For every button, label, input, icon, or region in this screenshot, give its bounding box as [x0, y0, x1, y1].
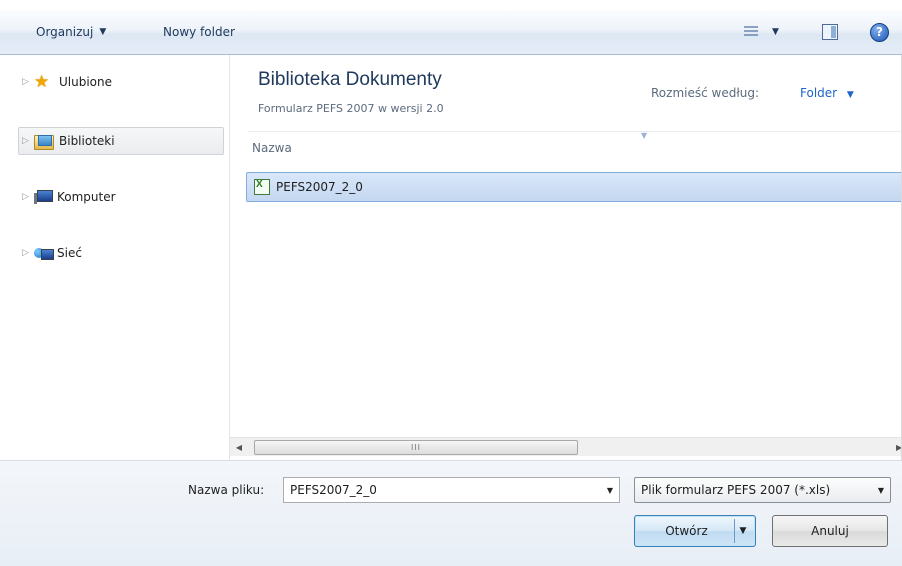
organize-button[interactable]: Organizuj ▼: [36, 10, 106, 54]
file-type-value: Plik formularz PEFS 2007 (*.xls): [641, 483, 831, 497]
filename-label: Nazwa pliku:: [188, 483, 265, 497]
file-list-item[interactable]: PEFS2007_2_0: [246, 172, 902, 202]
open-options-dropdown[interactable]: ▼: [734, 519, 751, 543]
library-title: Biblioteka Dokumenty: [258, 69, 442, 90]
scroll-left-arrow-icon[interactable]: ◀: [230, 438, 248, 456]
filename-input[interactable]: PEFS2007_2_0: [290, 483, 601, 497]
arrange-by-dropdown[interactable]: Folder ▼: [800, 86, 854, 100]
sidebar-item-computer[interactable]: ▷ Komputer: [16, 184, 222, 210]
file-name: PEFS2007_2_0: [276, 180, 363, 194]
preview-pane-icon: [822, 24, 838, 40]
arrange-by-value: Folder: [800, 86, 838, 100]
expand-arrow-icon[interactable]: ▷: [22, 192, 34, 202]
sidebar-item-label: Biblioteki: [59, 134, 115, 148]
change-view-button[interactable]: ▼: [744, 10, 796, 54]
expand-arrow-icon[interactable]: ▷: [22, 136, 34, 146]
file-list-pane: Biblioteka Dokumenty Formularz PEFS 2007…: [230, 55, 902, 460]
sidebar-item-label: Komputer: [57, 190, 116, 204]
sidebar-item-label: Ulubione: [59, 75, 113, 89]
star-icon: ★: [34, 72, 50, 92]
arrange-by-label: Rozmieść według:: [651, 86, 759, 100]
horizontal-scrollbar[interactable]: ◀ III ▶: [230, 437, 902, 456]
library-subtitle: Formularz PEFS 2007 w wersji 2.0: [258, 102, 444, 115]
column-header-divider: [248, 131, 902, 132]
dialog-footer: Nazwa pliku: PEFS2007_2_0 ▼ Plik formula…: [0, 460, 902, 566]
open-file-dialog: Organizuj ▼ Nowy folder ▼ ? ▷ ★ Ulubione…: [0, 0, 902, 566]
column-header-name[interactable]: Nazwa: [252, 141, 292, 155]
chevron-down-icon[interactable]: ▼: [601, 486, 619, 495]
organize-label: Organizuj: [36, 25, 94, 39]
help-icon: ?: [870, 22, 889, 42]
new-folder-label: Nowy folder: [163, 25, 235, 39]
file-type-dropdown[interactable]: Plik formularz PEFS 2007 (*.xls) ▼: [634, 477, 891, 503]
network-icon: [34, 246, 54, 261]
scrollbar-grip: III: [410, 443, 422, 452]
new-folder-button[interactable]: Nowy folder: [163, 10, 235, 54]
view-options-icon: [744, 26, 758, 38]
expand-arrow-icon[interactable]: ▷: [22, 77, 34, 87]
library-icon: [34, 133, 54, 150]
sidebar-item-libraries[interactable]: ▷ Biblioteki: [18, 127, 224, 155]
navigation-pane: ▷ ★ Ulubione ▷ Biblioteki ▷ Komputer ▷ S…: [0, 55, 230, 460]
preview-pane-button[interactable]: [822, 10, 838, 54]
cancel-button-label: Anuluj: [811, 524, 849, 538]
chevron-down-icon: ▼: [99, 27, 107, 37]
expand-arrow-icon[interactable]: ▷: [22, 248, 34, 258]
open-button-label: Otwórz: [665, 524, 708, 538]
open-button[interactable]: Otwórz ▼: [634, 515, 756, 547]
computer-icon: [34, 190, 53, 204]
command-bar: Organizuj ▼ Nowy folder ▼ ?: [0, 10, 902, 55]
sort-ascending-icon: ▼: [641, 131, 648, 140]
sidebar-item-favorites[interactable]: ▷ ★ Ulubione: [16, 69, 222, 95]
chevron-down-icon: ▼: [772, 27, 779, 37]
scrollbar-thumb[interactable]: III: [254, 440, 578, 455]
chevron-down-icon: ▼: [877, 485, 885, 495]
cancel-button[interactable]: Anuluj: [772, 515, 888, 547]
sidebar-item-network[interactable]: ▷ Sieć: [16, 240, 222, 266]
filename-combobox[interactable]: PEFS2007_2_0 ▼: [283, 477, 620, 503]
sidebar-item-label: Sieć: [57, 246, 82, 260]
help-button[interactable]: ?: [870, 10, 889, 54]
excel-file-icon: [254, 179, 270, 195]
chevron-down-icon: ▼: [846, 90, 854, 100]
